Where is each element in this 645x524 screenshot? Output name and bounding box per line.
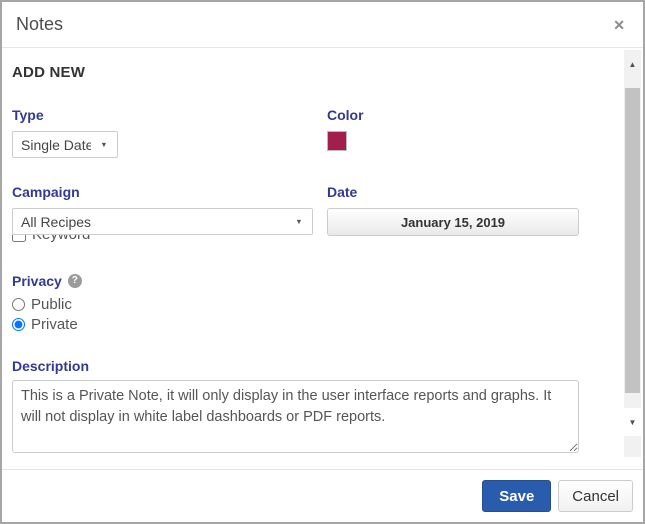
date-picker-button[interactable]: January 15, 2019 bbox=[327, 208, 579, 236]
vertical-scrollbar[interactable]: ▲ ▼ bbox=[624, 50, 641, 457]
save-button[interactable]: Save bbox=[482, 480, 551, 512]
public-label[interactable]: Public bbox=[31, 296, 72, 313]
private-radio[interactable] bbox=[12, 318, 25, 331]
type-select-wrap: Single Date bbox=[12, 131, 118, 158]
modal-title: Notes bbox=[16, 14, 63, 35]
type-color-row: Type Single Date Color bbox=[12, 107, 596, 158]
type-field: Type Single Date bbox=[12, 107, 327, 158]
color-field: Color bbox=[327, 107, 596, 158]
modal-header: Notes ✕ bbox=[2, 2, 643, 48]
color-swatch[interactable] bbox=[327, 131, 347, 151]
description-field: Description This is a Private Note, it w… bbox=[12, 358, 596, 458]
scrollbar-thumb[interactable] bbox=[625, 88, 640, 393]
campaign-date-row: Campaign All Recipes Date January 15, 20… bbox=[12, 184, 596, 236]
campaign-label: Campaign bbox=[12, 184, 327, 200]
privacy-label: Privacy bbox=[12, 273, 62, 289]
private-label[interactable]: Private bbox=[31, 316, 78, 333]
public-radio[interactable] bbox=[12, 298, 25, 311]
date-field: Date January 15, 2019 bbox=[327, 184, 596, 236]
scroll-down-icon[interactable]: ▼ bbox=[624, 408, 641, 436]
add-new-form: ADD NEW Type Single Date Color bbox=[2, 48, 643, 458]
cancel-button[interactable]: Cancel bbox=[558, 480, 633, 512]
privacy-option-private: Private bbox=[12, 315, 596, 333]
close-icon[interactable]: ✕ bbox=[609, 16, 629, 34]
scroll-up-icon[interactable]: ▲ bbox=[624, 50, 641, 78]
type-label: Type bbox=[12, 107, 327, 123]
color-label: Color bbox=[327, 107, 596, 123]
notes-modal: Notes ✕ ADD NEW Type Single Date Color bbox=[0, 0, 645, 524]
modal-footer: Save Cancel bbox=[2, 469, 643, 522]
description-label: Description bbox=[12, 358, 596, 374]
campaign-select-wrap: All Recipes bbox=[12, 208, 313, 235]
help-icon[interactable]: ? bbox=[68, 274, 82, 288]
privacy-header: Privacy ? bbox=[12, 273, 596, 289]
description-textarea[interactable]: This is a Private Note, it will only dis… bbox=[12, 380, 579, 453]
section-heading: ADD NEW bbox=[12, 64, 596, 81]
campaign-select[interactable]: All Recipes bbox=[12, 208, 313, 235]
modal-body: ADD NEW Type Single Date Color bbox=[2, 48, 643, 469]
campaign-field: Campaign All Recipes bbox=[12, 184, 327, 236]
type-select[interactable]: Single Date bbox=[12, 131, 118, 158]
privacy-field: Privacy ? Public Private bbox=[12, 273, 596, 333]
privacy-option-public: Public bbox=[12, 295, 596, 313]
date-label: Date bbox=[327, 184, 596, 200]
